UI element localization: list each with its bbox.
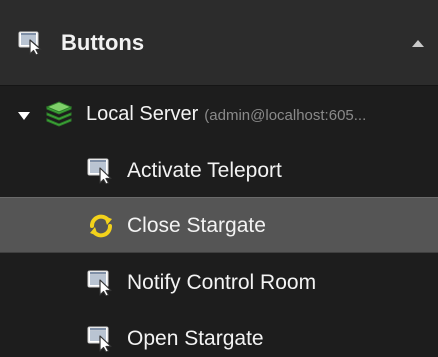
item-label: Close Stargate	[127, 214, 266, 237]
tree-node-local-server[interactable]: Local Server (admin@localhost:605...	[0, 86, 438, 142]
buttons-panel: Buttons Local Server (admin@localhost:60…	[0, 0, 438, 357]
panel-title: Buttons	[61, 30, 145, 55]
cursor-window-icon	[18, 31, 44, 56]
item-label: Open Stargate	[127, 327, 264, 350]
item-label: Activate Teleport	[127, 159, 282, 182]
server-stack-icon	[45, 101, 73, 127]
cursor-window-icon	[87, 326, 115, 353]
expand-arrow-icon[interactable]	[18, 108, 30, 120]
item-label: Notify Control Room	[127, 271, 317, 294]
cursor-window-icon	[87, 158, 115, 185]
cursor-window-icon	[87, 270, 115, 297]
server-detail: (admin@localhost:605...	[204, 107, 367, 124]
server-label: Local Server	[86, 103, 199, 125]
panel-header[interactable]: Buttons	[0, 0, 438, 86]
refresh-sync-icon	[87, 213, 115, 239]
tree-item-open-stargate[interactable]: Open Stargate	[0, 311, 438, 357]
tree-item-activate-teleport[interactable]: Activate Teleport	[0, 143, 438, 199]
tree-item-notify-control-room[interactable]: Notify Control Room	[0, 255, 438, 311]
tree-item-close-stargate[interactable]: Close Stargate	[0, 197, 438, 253]
chevron-up-icon[interactable]	[404, 29, 432, 57]
